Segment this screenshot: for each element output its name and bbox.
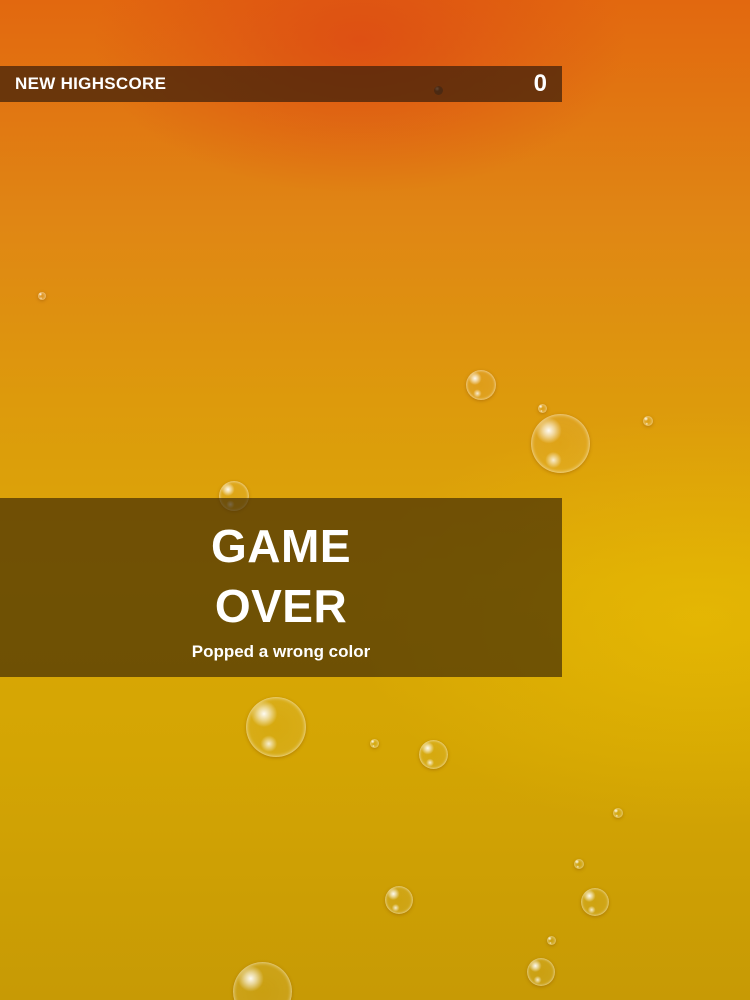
bubble-icon[interactable] [581,888,609,916]
game-over-title-line1: GAME [211,520,351,572]
highscore-label: NEW HIGHSCORE [15,74,167,93]
bubble-icon[interactable] [233,962,292,1000]
game-over-reason: Popped a wrong color [191,642,371,661]
bubble-icon[interactable] [574,859,584,869]
bubble-icon[interactable] [547,936,556,945]
score-value: 0 [533,70,547,97]
bubble-icon[interactable] [613,808,623,818]
bubble-icon[interactable] [643,416,653,426]
bubble-icon[interactable] [246,697,306,757]
bubble-icon[interactable] [466,370,496,400]
game-over-panel: GAME OVER Popped a wrong color [0,498,562,677]
bubble-icon[interactable] [527,958,555,986]
bubble-icon[interactable] [38,292,46,300]
bubble-icon[interactable] [370,739,379,748]
bubble-icon[interactable] [419,740,448,769]
bubble-icon[interactable] [538,404,547,413]
highscore-bar: NEW HIGHSCORE 0 [0,66,562,102]
game-over-title-line2: OVER [214,580,348,632]
bubble-icon[interactable] [531,414,590,473]
bubble-icon[interactable] [385,886,413,914]
game-stage[interactable]: NEW HIGHSCORE 0 GAME OVER Popped a wrong… [0,0,750,1000]
